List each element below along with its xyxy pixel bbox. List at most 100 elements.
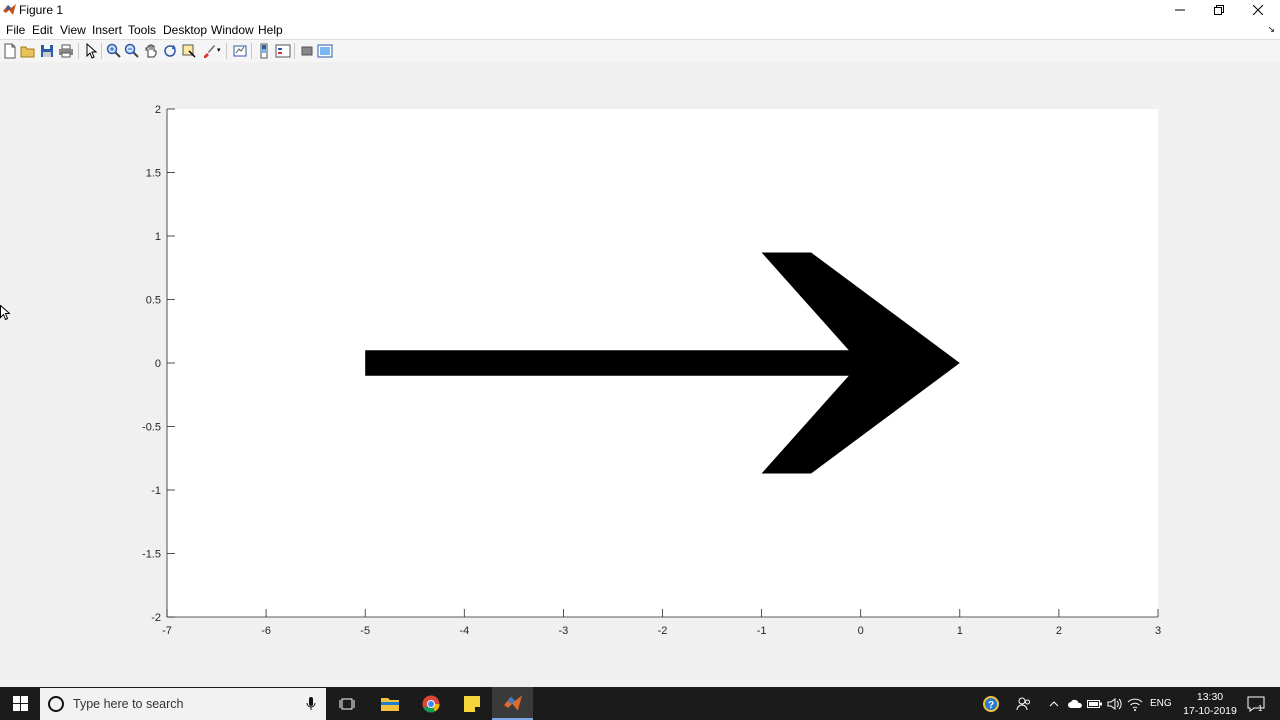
taskbar-search-box[interactable]: Type here to search xyxy=(40,688,326,720)
title-bar: Figure 1 xyxy=(0,0,1280,20)
minimize-button[interactable] xyxy=(1161,0,1199,20)
microphone-icon[interactable] xyxy=(306,696,316,712)
link-plot-icon[interactable] xyxy=(232,43,248,59)
restore-icon xyxy=(1214,5,1224,15)
wifi-tray-button[interactable] xyxy=(1126,687,1144,720)
onedrive-icon xyxy=(1068,699,1082,708)
matlab-icon xyxy=(3,4,16,15)
search-placeholder: Type here to search xyxy=(73,697,184,711)
file-explorer-button[interactable] xyxy=(369,687,410,720)
start-button[interactable] xyxy=(0,687,40,720)
show-plot-tools-icon[interactable] xyxy=(317,43,333,59)
help-tray-button[interactable]: ? xyxy=(980,687,1002,720)
battery-tray-button[interactable] xyxy=(1086,687,1104,720)
cortana-icon xyxy=(48,696,64,712)
y-tick-label-0: -2 xyxy=(151,612,161,624)
clock-time: 13:30 xyxy=(1196,691,1224,703)
y-tick-label-8: 2 xyxy=(155,104,161,116)
task-view-icon xyxy=(339,698,354,709)
volume-tray-button[interactable] xyxy=(1106,687,1124,720)
rotate-3d-icon[interactable] xyxy=(162,43,178,59)
x-tick-label-2: -5 xyxy=(360,625,370,637)
toolbar-separator xyxy=(78,43,79,59)
people-tray-button[interactable] xyxy=(1014,687,1034,720)
menu-window[interactable]: Window xyxy=(211,23,254,37)
windows-logo-icon xyxy=(12,696,28,711)
x-tick-label-3: -4 xyxy=(459,625,469,637)
y-tick-label-2: -1 xyxy=(151,485,161,497)
battery-icon xyxy=(1087,699,1102,708)
sticky-notes-icon xyxy=(463,695,480,712)
pan-icon[interactable] xyxy=(143,43,159,59)
colorbar-icon[interactable] xyxy=(256,43,272,59)
chevron-up-icon xyxy=(1049,700,1059,706)
edit-plot-icon[interactable] xyxy=(83,43,99,59)
x-tick-label-7: 0 xyxy=(858,625,864,637)
x-tick-label-0: -7 xyxy=(162,625,172,637)
volume-icon xyxy=(1107,697,1122,710)
menu-desktop[interactable]: Desktop xyxy=(163,23,207,37)
toolbar-separator xyxy=(226,43,227,59)
show-hidden-icons-button[interactable] xyxy=(1046,687,1062,720)
file-explorer-icon xyxy=(380,698,399,711)
close-icon xyxy=(1253,5,1263,15)
menu-insert[interactable]: Insert xyxy=(92,23,122,37)
onedrive-tray-button[interactable] xyxy=(1066,687,1084,720)
brush-icon[interactable] xyxy=(201,43,217,59)
input-language-indicator[interactable]: ENG xyxy=(1150,698,1172,709)
toolbar-separator xyxy=(294,43,295,59)
menu-edit[interactable]: Edit xyxy=(32,23,53,37)
clock-date: 17-10-2019 xyxy=(1183,705,1237,717)
brush-dropdown-icon[interactable]: ▾ xyxy=(217,46,221,54)
zoom-in-icon[interactable] xyxy=(106,43,122,59)
data-cursor-icon[interactable] xyxy=(181,43,197,59)
menu-tools[interactable]: Tools xyxy=(128,23,156,37)
x-tick-label-5: -2 xyxy=(658,625,668,637)
chrome-button[interactable] xyxy=(410,687,451,720)
sticky-notes-button[interactable] xyxy=(451,687,492,720)
figure-canvas[interactable]: -7 -6 -5 -4 -3 -2 -1 0 1 2 3 -2 -1.5 -1 -0.5 0 0.5 1 1.5 2 xyxy=(0,62,1280,687)
legend-icon[interactable] xyxy=(275,43,291,59)
figure-toolbar: ▾ xyxy=(0,39,1280,63)
y-tick-label-3: -0.5 xyxy=(142,422,161,434)
window-title: Figure 1 xyxy=(19,3,64,17)
x-tick-label-1: -6 xyxy=(261,625,271,637)
windows-taskbar: Type here to search ? ENG 13:30 17-10-20… xyxy=(0,687,1280,720)
x-tick-label-8: 1 xyxy=(957,625,963,637)
restore-button[interactable] xyxy=(1200,0,1238,20)
close-button[interactable] xyxy=(1239,0,1277,20)
menu-bar: File Edit View Insert Tools Desktop Wind… xyxy=(0,20,1280,39)
new-figure-icon[interactable] xyxy=(2,43,18,59)
minimize-icon xyxy=(1175,9,1185,11)
svg-text:?: ? xyxy=(988,700,994,711)
people-icon xyxy=(1016,697,1030,710)
wifi-icon xyxy=(1127,698,1143,711)
task-view-button[interactable] xyxy=(326,687,367,720)
system-clock[interactable]: 13:30 17-10-2019 xyxy=(1178,690,1242,718)
zoom-out-icon[interactable] xyxy=(124,43,140,59)
help-icon: ? xyxy=(983,695,999,712)
toolbar-separator xyxy=(251,43,252,59)
toolbar-separator xyxy=(101,43,102,59)
x-tick-label-9: 2 xyxy=(1056,625,1062,637)
matlab-taskbar-icon xyxy=(503,694,522,711)
y-tick-label-1: -1.5 xyxy=(142,549,161,561)
hide-plot-tools-icon[interactable] xyxy=(299,43,315,59)
action-center-button[interactable]: 1 xyxy=(1244,687,1268,720)
save-icon[interactable] xyxy=(39,43,55,59)
matlab-taskbar-button[interactable] xyxy=(492,687,533,720)
plot-svg[interactable]: -7 -6 -5 -4 -3 -2 -1 0 1 2 3 -2 -1.5 -1 -0.5 0 0.5 1 1.5 2 xyxy=(0,62,1280,687)
notification-count: 1 xyxy=(1258,704,1263,713)
dock-figure-icon[interactable]: ↘ xyxy=(1267,24,1275,35)
y-tick-label-5: 0.5 xyxy=(146,295,161,307)
open-file-icon[interactable] xyxy=(20,43,36,59)
menu-view[interactable]: View xyxy=(60,23,86,37)
x-tick-label-6: -1 xyxy=(757,625,767,637)
menu-help[interactable]: Help xyxy=(258,23,283,37)
x-tick-label-4: -3 xyxy=(559,625,569,637)
menu-file[interactable]: File xyxy=(6,23,25,37)
print-icon[interactable] xyxy=(58,43,74,59)
y-tick-label-4: 0 xyxy=(155,358,161,370)
y-tick-label-6: 1 xyxy=(155,231,161,243)
y-tick-label-7: 1.5 xyxy=(146,168,161,180)
